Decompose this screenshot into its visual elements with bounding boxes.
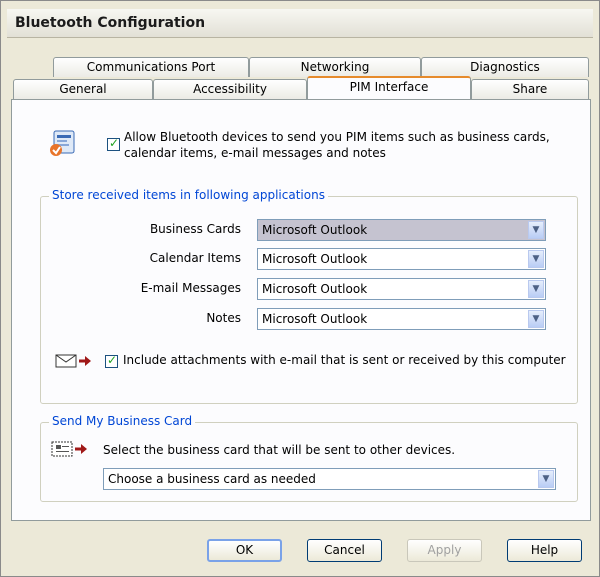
tab-share[interactable]: Share xyxy=(471,79,589,99)
tab-pim-interface[interactable]: PIM Interface xyxy=(307,76,471,99)
pim-interface-panel: Allow Bluetooth devices to send you PIM … xyxy=(11,99,591,521)
include-attachments-label: Include attachments with e-mail that is … xyxy=(123,353,566,367)
bluetooth-configuration-window: Bluetooth Configuration Communications P… xyxy=(0,0,600,577)
include-attachments-checkbox[interactable] xyxy=(105,353,118,368)
title-bar: Bluetooth Configuration xyxy=(7,9,593,38)
notes-select[interactable]: Microsoft Outlook ▼ xyxy=(257,308,546,330)
email-messages-value: Microsoft Outlook xyxy=(262,282,368,296)
email-attachment-icon xyxy=(55,353,93,369)
business-card-value: Choose a business card as needed xyxy=(108,472,316,486)
chevron-down-icon[interactable]: ▼ xyxy=(528,310,544,328)
allow-pim-label-line1: Allow Bluetooth devices to send you PIM … xyxy=(124,130,550,144)
notes-label: Notes xyxy=(206,311,241,325)
tab-networking[interactable]: Networking xyxy=(249,57,421,77)
cancel-button[interactable]: Cancel xyxy=(307,539,382,562)
ok-button[interactable]: OK xyxy=(207,539,282,562)
email-messages-label: E-mail Messages xyxy=(140,281,241,295)
send-business-card-group: Send My Business Card Select the busines… xyxy=(40,414,578,502)
apply-button[interactable]: Apply xyxy=(407,539,482,562)
store-received-items-group: Store received items in following applic… xyxy=(40,188,578,404)
help-button[interactable]: Help xyxy=(507,539,582,562)
window-title: Bluetooth Configuration xyxy=(15,15,206,31)
tab-accessibility[interactable]: Accessibility xyxy=(153,79,307,99)
email-messages-select[interactable]: Microsoft Outlook ▼ xyxy=(257,278,546,300)
business-cards-select[interactable]: Microsoft Outlook ▼ xyxy=(257,219,546,241)
allow-pim-label-line2: calendar items, e-mail messages and note… xyxy=(124,146,386,160)
notes-value: Microsoft Outlook xyxy=(262,312,368,326)
business-card-icon xyxy=(51,440,89,458)
tab-diagnostics[interactable]: Diagnostics xyxy=(421,57,589,77)
calendar-items-label: Calendar Items xyxy=(149,251,241,265)
send-card-group-title: Send My Business Card xyxy=(49,414,196,428)
business-cards-value: Microsoft Outlook xyxy=(262,223,368,237)
business-cards-label: Business Cards xyxy=(149,222,241,236)
chevron-down-icon[interactable]: ▼ xyxy=(528,250,544,268)
pim-items-icon xyxy=(48,128,78,158)
store-group-title: Store received items in following applic… xyxy=(49,188,328,202)
allow-pim-checkbox[interactable] xyxy=(107,136,120,151)
chevron-down-icon[interactable]: ▼ xyxy=(528,280,544,298)
chevron-down-icon[interactable]: ▼ xyxy=(528,221,544,239)
tab-general[interactable]: General xyxy=(13,79,153,99)
calendar-items-value: Microsoft Outlook xyxy=(262,252,368,266)
chevron-down-icon[interactable]: ▼ xyxy=(538,470,554,488)
business-card-select[interactable]: Choose a business card as needed ▼ xyxy=(103,468,556,490)
calendar-items-select[interactable]: Microsoft Outlook ▼ xyxy=(257,248,546,270)
send-card-instruction: Select the business card that will be se… xyxy=(103,443,456,457)
tab-communications-port[interactable]: Communications Port xyxy=(53,57,249,77)
